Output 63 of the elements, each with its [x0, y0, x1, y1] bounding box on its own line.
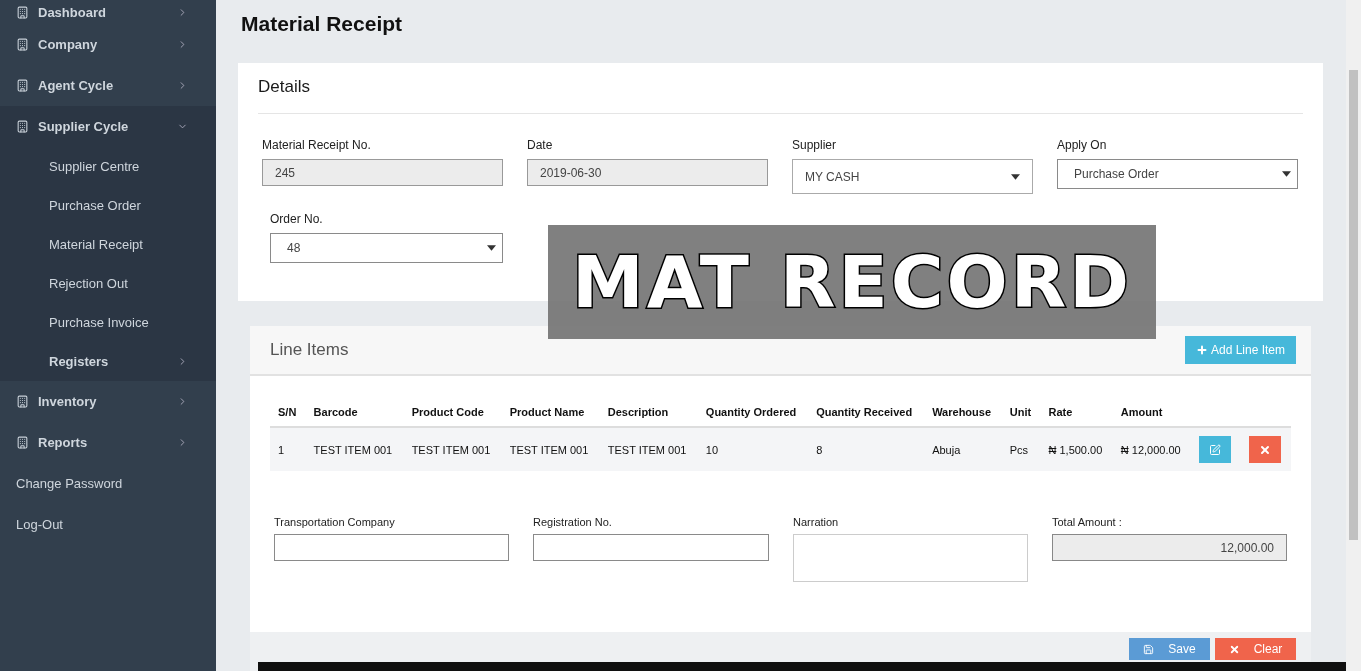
- table-cell: TEST ITEM 001: [501, 427, 600, 471]
- building-icon: [16, 79, 29, 92]
- supplier-dropdown[interactable]: MY CASH: [792, 159, 1033, 194]
- dropdown-arrow-icon: [1011, 173, 1020, 180]
- building-icon: [16, 120, 29, 133]
- field-label: Supplier: [792, 138, 838, 152]
- table-cell: 1: [270, 427, 306, 471]
- field-label: Registration No.: [533, 516, 613, 528]
- sidebar-item[interactable]: Inventory: [0, 381, 216, 422]
- select-dropdown[interactable]: 48: [270, 233, 503, 263]
- sidebar-item[interactable]: Supplier Centre: [0, 147, 216, 186]
- field-label: Apply On: [1057, 138, 1108, 152]
- table-cell: ₦ 12,000.00: [1112, 427, 1192, 471]
- field-label: Total Amount :: [1052, 516, 1123, 528]
- select-dropdown[interactable]: Purchase Order: [1057, 159, 1298, 189]
- page-title: Material Receipt: [241, 11, 404, 37]
- table-cell: TEST ITEM 001: [305, 427, 404, 471]
- field-label: Narration: [793, 516, 840, 528]
- readonly-field[interactable]: 245: [262, 159, 503, 186]
- text-area[interactable]: [793, 534, 1028, 582]
- table-cell: 8: [808, 427, 925, 471]
- readonly-field[interactable]: 2019-06-30: [527, 159, 768, 186]
- edit-button[interactable]: [1199, 436, 1232, 463]
- sidebar-item[interactable]: Reports: [0, 422, 216, 463]
- dropdown-arrow-icon: [1282, 171, 1291, 177]
- building-icon: [16, 5, 29, 19]
- field-label: Material Receipt No.: [262, 138, 372, 152]
- edit-icon: [1209, 443, 1222, 456]
- table-cell: ₦ 1,500.00: [1040, 427, 1113, 471]
- sidebar-item[interactable]: Registers: [0, 342, 216, 381]
- table-cell: TEST ITEM 001: [599, 427, 698, 471]
- total-field[interactable]: 12,000.00: [1052, 534, 1287, 561]
- table-cell: 10: [697, 427, 809, 471]
- sidebar-item[interactable]: Material Receipt: [0, 225, 216, 264]
- card-title: Details: [258, 63, 1303, 114]
- field-label: Transportation Company: [274, 516, 396, 528]
- text-field[interactable]: [533, 534, 769, 561]
- field-label: Order No.: [270, 212, 324, 226]
- sidebar-item[interactable]: Purchase Order: [0, 186, 216, 225]
- card-title: Line Items: [270, 340, 349, 360]
- delete-button[interactable]: [1249, 436, 1282, 463]
- dropdown-arrow-icon: [487, 245, 496, 251]
- plus-icon: [1195, 344, 1208, 356]
- sidebar-item[interactable]: Purchase Invoice: [0, 303, 216, 342]
- close-icon: [1228, 643, 1240, 655]
- table-cell: Pcs: [1001, 427, 1041, 471]
- sidebar-item[interactable]: Agent Cycle: [0, 65, 216, 106]
- field-label: Date: [527, 138, 554, 152]
- text-field[interactable]: [274, 534, 509, 561]
- sidebar-item[interactable]: Dashboard: [0, 0, 216, 24]
- table-cell: TEST ITEM 001: [403, 427, 502, 471]
- save-icon: [1143, 643, 1155, 655]
- caption-overlay: MAT RECORD: [548, 225, 1156, 339]
- building-icon: [16, 395, 29, 408]
- sidebar-item[interactable]: Rejection Out: [0, 264, 216, 303]
- building-icon: [16, 436, 29, 449]
- table-cell: Abuja: [924, 427, 1002, 471]
- sidebar-item[interactable]: Change Password: [0, 463, 216, 504]
- sidebar-item[interactable]: Log-Out: [0, 504, 216, 545]
- building-icon: [16, 38, 29, 51]
- sidebar-item[interactable]: Company: [0, 24, 216, 65]
- close-icon: [1259, 443, 1272, 456]
- scrollbar[interactable]: [1346, 0, 1361, 671]
